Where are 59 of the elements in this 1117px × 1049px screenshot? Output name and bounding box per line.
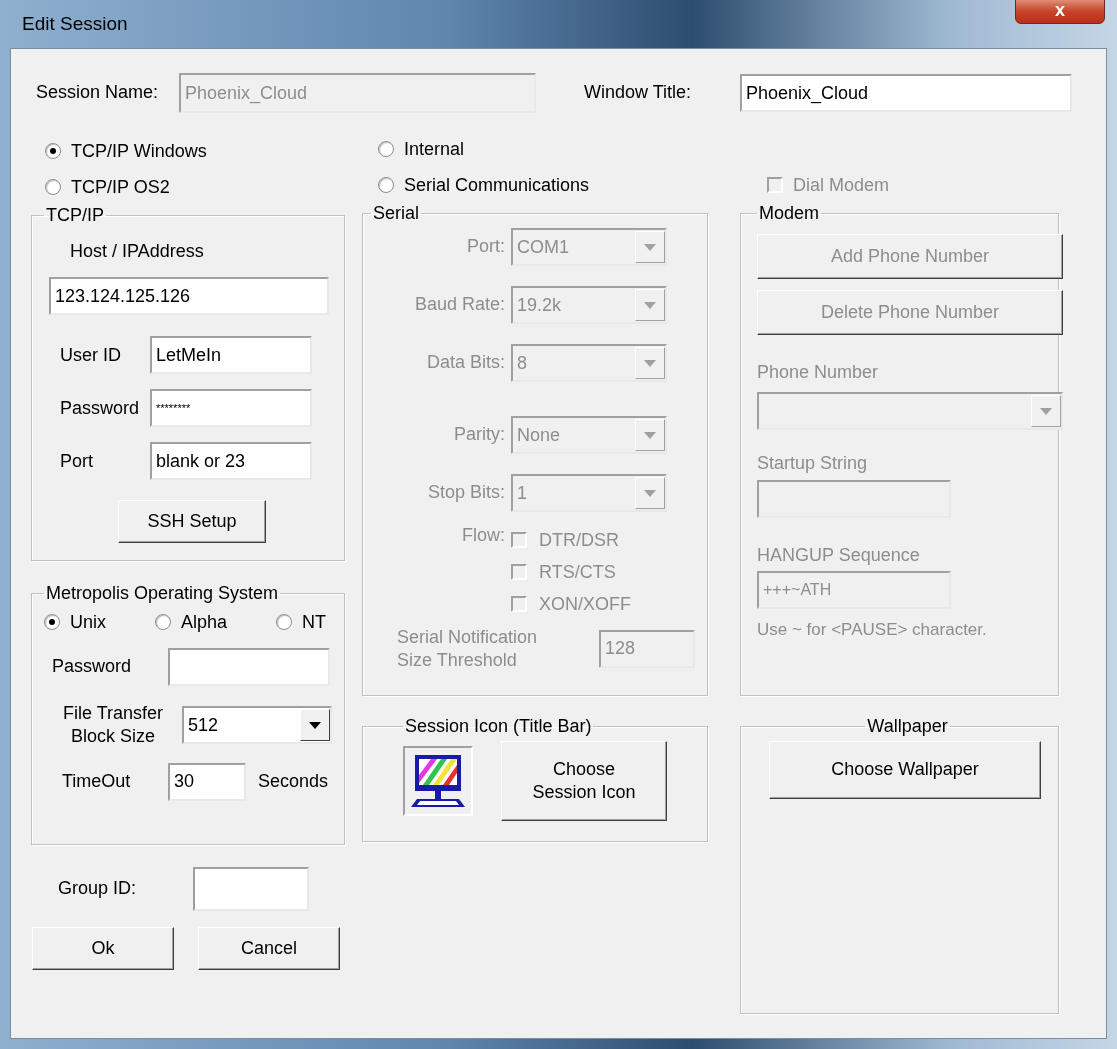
field-label: Port: bbox=[466, 235, 506, 259]
group-title: Session Icon (Title Bar) bbox=[404, 716, 593, 737]
radio-button[interactable] bbox=[45, 143, 61, 159]
radio-label[interactable]: Alpha bbox=[181, 611, 228, 633]
field-label: Stop Bits: bbox=[426, 481, 506, 505]
field-label: Serial Notification Size Threshold bbox=[397, 626, 538, 671]
choose-session-icon-button[interactable]: Choose Session Icon bbox=[501, 741, 667, 821]
group-title: Serial bbox=[372, 203, 421, 224]
host-field[interactable]: 123.124.125.126 bbox=[49, 277, 329, 316]
hint-text: Use ~ for <PAUSE> character. bbox=[757, 619, 988, 642]
timeout-field[interactable]: 30 bbox=[168, 762, 246, 801]
field-label: Phone Number bbox=[757, 361, 880, 384]
dialog-button[interactable]: Cancel bbox=[198, 927, 340, 970]
window-title-field[interactable]: Phoenix_Cloud bbox=[740, 74, 1072, 112]
field-label: Group ID: bbox=[57, 877, 138, 901]
radio-label[interactable]: Serial Communications bbox=[404, 174, 590, 196]
group-title: Wallpaper bbox=[866, 716, 949, 737]
field-label: Password bbox=[51, 655, 133, 679]
field-label: TimeOut bbox=[61, 770, 132, 794]
field-label: Port bbox=[59, 449, 94, 473]
field-label: File Transfer Block Size bbox=[62, 702, 164, 749]
computer-icon bbox=[409, 753, 467, 809]
choose-wallpaper-button[interactable]: Choose Wallpaper bbox=[769, 741, 1041, 799]
text-field[interactable]: blank or 23 bbox=[150, 442, 312, 481]
radio-label[interactable]: Internal bbox=[404, 138, 465, 160]
radio-button[interactable] bbox=[155, 614, 171, 630]
text-field[interactable]: ******** bbox=[150, 389, 312, 428]
field-label: User ID bbox=[59, 343, 122, 367]
field-label: Data Bits: bbox=[425, 351, 506, 375]
field-label: Session Name: bbox=[36, 81, 160, 105]
radio-button[interactable] bbox=[45, 179, 61, 195]
group-title: Metropolis Operating System bbox=[45, 583, 280, 604]
field-label: Parity: bbox=[453, 423, 506, 447]
group-title: Modem bbox=[758, 203, 821, 224]
radio-label[interactable]: TCP/IP OS2 bbox=[71, 176, 170, 198]
field-label: Password bbox=[59, 396, 141, 420]
field-label: Baud Rate: bbox=[413, 293, 506, 317]
radio-button[interactable] bbox=[378, 177, 394, 193]
field-label: Window Title: bbox=[584, 81, 693, 105]
close-button[interactable]: x bbox=[1015, 0, 1105, 24]
password-field[interactable] bbox=[168, 648, 330, 686]
window-title: Edit Session bbox=[21, 13, 128, 35]
dropdown[interactable]: 512 bbox=[182, 706, 332, 745]
dialog-button[interactable]: Ok bbox=[32, 927, 174, 970]
field-label: Startup String bbox=[757, 452, 869, 476]
radio-button[interactable] bbox=[44, 614, 60, 630]
radio-label[interactable]: NT bbox=[302, 611, 326, 633]
ssh-setup-button[interactable]: SSH Setup bbox=[118, 500, 266, 544]
radio-button[interactable] bbox=[276, 614, 292, 630]
field-label: Host / IPAddress bbox=[70, 240, 205, 263]
group-title: TCP/IP bbox=[45, 205, 105, 226]
field-label: HANGUP Sequence bbox=[757, 543, 921, 567]
radio-button[interactable] bbox=[378, 141, 394, 157]
unit-label: Seconds bbox=[258, 770, 329, 794]
text-field[interactable]: LetMeIn bbox=[150, 336, 312, 375]
radio-label[interactable]: Unix bbox=[70, 611, 106, 633]
group-id-field[interactable] bbox=[193, 867, 309, 911]
field-label: Flow: bbox=[461, 524, 506, 547]
radio-label[interactable]: TCP/IP Windows bbox=[71, 140, 207, 162]
